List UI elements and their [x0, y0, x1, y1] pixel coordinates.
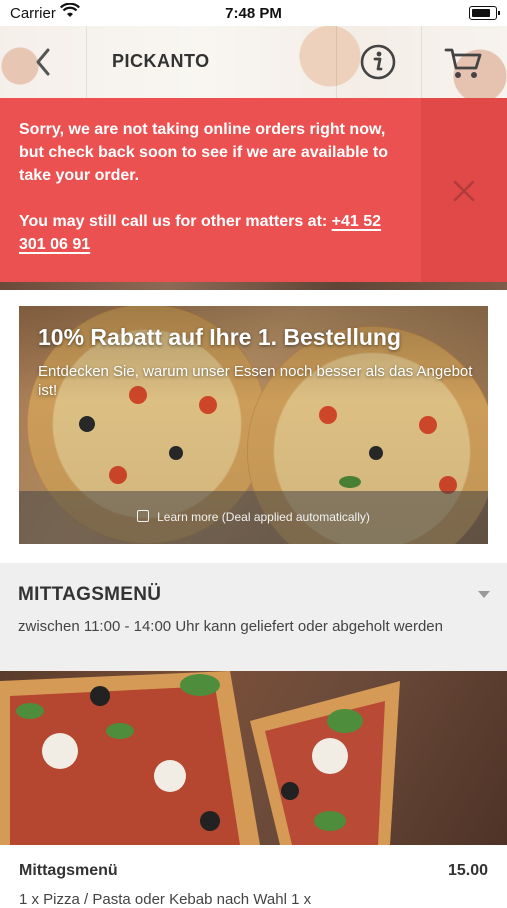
- close-icon: [453, 180, 475, 202]
- nav-divider: [86, 26, 87, 98]
- page-title: PICKANTO: [112, 51, 210, 71]
- clock: 7:48 PM: [225, 5, 282, 22]
- nav-divider: [336, 26, 337, 98]
- cart-icon: [444, 48, 482, 78]
- section-description: zwischen 11:00 - 14:00 Uhr kann geliefer…: [18, 618, 443, 635]
- chevron-left-icon: [36, 48, 50, 76]
- chevron-down-icon[interactable]: [478, 591, 490, 598]
- info-button[interactable]: [358, 42, 398, 82]
- menu-item[interactable]: Mittagsmenü 15.00 1 x Pizza / Pasta oder…: [0, 845, 507, 908]
- learn-more-row: Learn more (Deal applied automatically): [19, 510, 488, 524]
- learn-more-label: Learn more (Deal applied automatically): [157, 510, 370, 524]
- alert-text: Sorry, we are not taking online orders r…: [19, 121, 389, 184]
- promo-title: 10% Rabatt auf Ihre 1. Bestellung: [38, 324, 401, 350]
- cart-button[interactable]: [442, 42, 486, 82]
- section-image: [0, 671, 507, 845]
- closed-alert-banner: Sorry, we are not taking online orders r…: [0, 98, 507, 282]
- header-image-strip: [0, 282, 507, 290]
- nav-divider: [421, 26, 422, 98]
- status-bar: Carrier 7:48 PM: [0, 0, 507, 26]
- menu-item-name: Mittagsmenü: [19, 862, 118, 879]
- back-button[interactable]: [20, 38, 68, 86]
- menu-item-price: 15.00: [447, 862, 488, 879]
- nav-bar: PICKANTO: [0, 26, 507, 99]
- info-square-icon: [137, 510, 150, 522]
- nav-background: [0, 26, 507, 98]
- battery-icon: [469, 6, 500, 20]
- menu-section-header[interactable]: MITTAGSMENÜ zwischen 11:00 - 14:00 Uhr k…: [0, 563, 507, 671]
- promo-card[interactable]: 10% Rabatt auf Ihre 1. Bestellung Entdec…: [19, 306, 488, 544]
- pizza-slices-image: [0, 671, 400, 845]
- promo-subtitle: Entdecken Sie, warum unser Essen noch be…: [38, 363, 473, 399]
- call-prefix: You may still call us for other matters …: [19, 213, 332, 230]
- section-title: MITTAGSMENÜ: [18, 584, 162, 605]
- info-icon: [360, 44, 396, 80]
- close-alert-button[interactable]: [421, 98, 507, 282]
- alert-message: Sorry, we are not taking online orders r…: [19, 118, 399, 256]
- learn-more-bar[interactable]: Learn more (Deal applied automatically): [19, 491, 488, 544]
- alert-call-text: You may still call us for other matters …: [19, 210, 399, 256]
